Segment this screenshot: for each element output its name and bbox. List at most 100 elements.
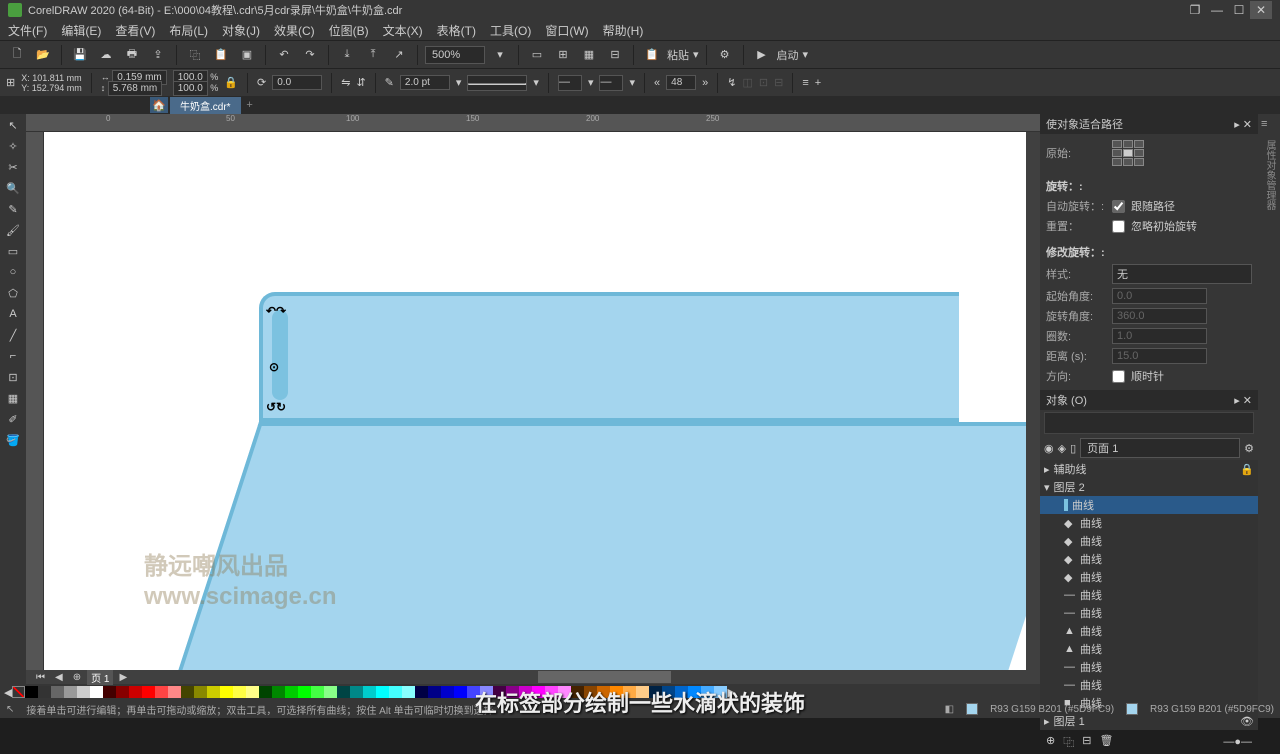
document-tab[interactable]: 牛奶盒.cdr* [170, 97, 241, 114]
curve-item[interactable]: 曲线 [1080, 605, 1102, 621]
canvas[interactable]: ↶↷ ⊙ ↺↻ 静远嘲风出品 www.scimage.cn [44, 132, 1026, 670]
color-swatch[interactable] [376, 686, 389, 698]
launch-icon[interactable]: ▶ [751, 44, 773, 66]
color-swatch[interactable] [90, 686, 103, 698]
page-first-icon[interactable]: ⏮ [32, 672, 49, 683]
color-swatch[interactable] [402, 686, 415, 698]
wrap-icon[interactable]: ↯ [727, 76, 736, 89]
presets-icon[interactable]: ⊞ [6, 76, 15, 89]
color-swatch[interactable] [441, 686, 454, 698]
export2-button[interactable]: ⤒ [362, 44, 384, 66]
dock-vertical-label[interactable]: 属性对象管理器 [1261, 140, 1277, 210]
color-swatch[interactable] [129, 686, 142, 698]
start-arrow[interactable]: — [558, 75, 582, 91]
pick-tool-icon[interactable]: ↖ [3, 116, 23, 134]
color-swatch[interactable] [181, 686, 194, 698]
dock-properties-icon[interactable]: ≡ [1261, 118, 1277, 134]
restore-child-button[interactable]: ❐ [1184, 1, 1206, 19]
rotate-handle-bl-icon[interactable]: ↺↻ [266, 400, 286, 414]
curve-item[interactable]: 曲线 [1080, 533, 1102, 549]
zoom-dropdown-icon[interactable]: ▾ [489, 44, 511, 66]
objects-panel-title[interactable]: 对象 (O)▸ ✕ [1040, 390, 1258, 410]
paste-options-icon[interactable]: 📋 [641, 44, 663, 66]
color-swatch[interactable] [454, 686, 467, 698]
paste-button[interactable]: 📋 [210, 44, 232, 66]
color-swatch[interactable] [155, 686, 168, 698]
menu-file[interactable]: 文件(F) [8, 22, 47, 39]
menu-window[interactable]: 窗口(W) [545, 22, 588, 39]
menu-text[interactable]: 文本(X) [383, 22, 423, 39]
outline-swatch[interactable] [1126, 703, 1138, 715]
guides-icon[interactable]: ⊟ [604, 44, 626, 66]
obj-view1-icon[interactable]: ◉ [1044, 442, 1054, 455]
color-swatch[interactable] [142, 686, 155, 698]
palette-left-icon[interactable]: ◀ [4, 686, 12, 699]
obj-new-icon[interactable]: ⊕ [1046, 734, 1055, 750]
color-swatch[interactable] [77, 686, 90, 698]
color-swatch[interactable] [350, 686, 363, 698]
effects-tool-icon[interactable]: ▦ [3, 389, 23, 407]
droplet-shape[interactable] [272, 310, 288, 400]
obj-view3-icon[interactable]: ▯ [1070, 442, 1076, 455]
snap-icon[interactable]: ⊞ [552, 44, 574, 66]
color-swatch[interactable] [38, 686, 51, 698]
maximize-button[interactable]: ☐ [1228, 1, 1250, 19]
horizontal-scrollbar[interactable] [141, 671, 1024, 683]
fit-path-panel-title[interactable]: 使对象适合路径▸ ✕ [1040, 114, 1258, 134]
launch-label[interactable]: 启动 [777, 47, 799, 63]
color-swatch[interactable] [259, 686, 272, 698]
ignore-checkbox[interactable] [1112, 220, 1125, 233]
menu-layout[interactable]: 布局(L) [169, 22, 208, 39]
color-swatch[interactable] [207, 686, 220, 698]
color-swatch[interactable] [168, 686, 181, 698]
connector-tool-icon[interactable]: ⌐ [3, 347, 23, 365]
grid-icon[interactable]: ▦ [578, 44, 600, 66]
obj-slider[interactable]: —●— [1223, 736, 1252, 748]
obj-view2-icon[interactable]: ◈ [1058, 442, 1066, 455]
shape-tool-icon[interactable]: ✧ [3, 137, 23, 155]
line-style-select[interactable] [467, 75, 527, 91]
guides-layer[interactable]: 辅助线 [1054, 461, 1087, 477]
zoom-level-input[interactable]: 500% [425, 46, 485, 64]
curve-item[interactable]: 曲线 [1080, 641, 1102, 657]
curve-item[interactable]: 曲线 [1080, 623, 1102, 639]
menu-object[interactable]: 对象(J) [222, 22, 260, 39]
rectangle-tool-icon[interactable]: ▭ [3, 242, 23, 260]
color-swatch[interactable] [311, 686, 324, 698]
obj-merge-icon[interactable]: ⊟ [1082, 734, 1091, 750]
vertical-scrollbar[interactable] [1026, 132, 1040, 670]
options-icon[interactable]: ⚙ [714, 44, 736, 66]
print-button[interactable]: 🖶 [121, 44, 143, 66]
color-swatch[interactable] [298, 686, 311, 698]
artistic-tool-icon[interactable]: 🖌 [3, 221, 23, 239]
center-handle-icon[interactable]: ⊙ [269, 360, 279, 374]
add-icon[interactable]: + [815, 77, 821, 89]
fill-tool-icon[interactable]: 🪣 [3, 431, 23, 449]
new-tab-button[interactable]: + [241, 99, 259, 111]
color-swatch[interactable] [272, 686, 285, 698]
dimension-tool-icon[interactable]: ⊡ [3, 368, 23, 386]
align-icon[interactable]: ≡ [802, 77, 808, 89]
outline-width[interactable]: 2.0 pt [400, 75, 450, 90]
copy-button[interactable]: ⿻ [184, 44, 206, 66]
save-button[interactable]: 💾 [69, 44, 91, 66]
menu-tools[interactable]: 工具(O) [490, 22, 531, 39]
obj-copy-icon[interactable]: ⿻ [1063, 734, 1074, 750]
curve-item[interactable]: 曲线 [1072, 497, 1094, 513]
parallel-tool-icon[interactable]: ╱ [3, 326, 23, 344]
rotate-handle-tl-icon[interactable]: ↶↷ [266, 304, 286, 318]
rotation-input[interactable]: 0.0 [272, 75, 322, 90]
color-swatch[interactable] [324, 686, 337, 698]
minimize-button[interactable]: — [1206, 1, 1228, 19]
curve-item[interactable]: 曲线 [1080, 677, 1102, 693]
page-add-icon[interactable]: ⊕ [69, 672, 85, 683]
layer-2[interactable]: 图层 2 [1054, 479, 1085, 495]
freehand-tool-icon[interactable]: ✎ [3, 200, 23, 218]
color-swatch[interactable] [25, 686, 38, 698]
color-swatch[interactable] [194, 686, 207, 698]
curve-item[interactable]: 曲线 [1080, 569, 1102, 585]
menu-help[interactable]: 帮助(H) [603, 22, 644, 39]
color-swatch[interactable] [51, 686, 64, 698]
color-swatch[interactable] [233, 686, 246, 698]
export-button[interactable]: ⇪ [147, 44, 169, 66]
